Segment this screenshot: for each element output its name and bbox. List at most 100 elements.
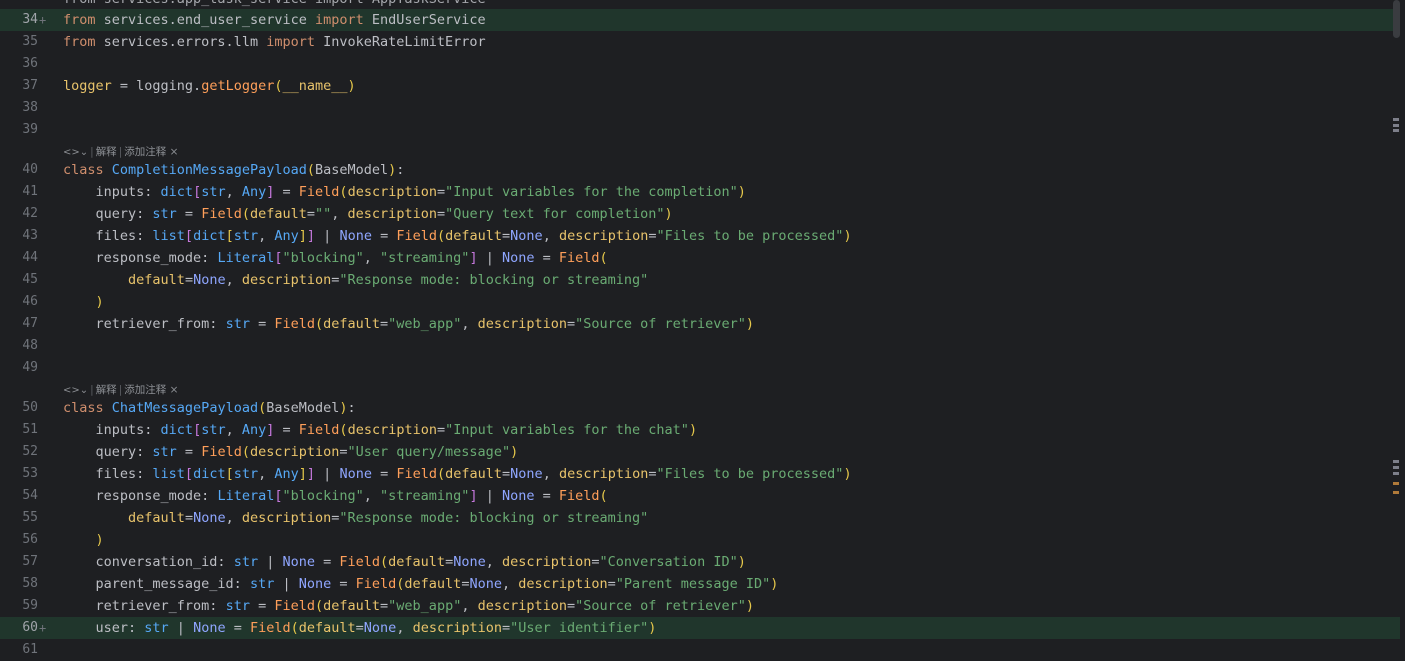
code-line[interactable]: 39	[0, 119, 1400, 141]
code-token: ,	[363, 488, 381, 504]
line-number[interactable]: 60	[0, 617, 38, 639]
code-line[interactable]: 48	[0, 335, 1400, 357]
code-line[interactable]: 38	[0, 97, 1400, 119]
code-line[interactable]: 34 + from services.end_user_service import…	[0, 9, 1400, 31]
line-number[interactable]: 34	[0, 9, 38, 31]
line-number[interactable]: 44	[0, 247, 38, 269]
close-lens-icon[interactable]: ×	[170, 384, 179, 396]
code-line[interactable]: 37 logger = logging.getLogger(__name__)	[0, 75, 1400, 97]
line-number[interactable]: 58	[0, 573, 38, 595]
code-line[interactable]: 53 files: list[dict[str, Any]] | None = …	[0, 463, 1400, 485]
code-token: =	[607, 576, 616, 592]
code-lens-icon[interactable]: <>⌄	[63, 147, 88, 158]
code-text: query: str = Field(default="", descripti…	[63, 203, 673, 225]
code-token: description	[241, 272, 332, 288]
code-token: (	[339, 422, 348, 438]
code-token: None	[453, 554, 486, 570]
line-number[interactable]: 49	[0, 357, 38, 379]
code-line[interactable]: 52 query: str = Field(description="User …	[0, 441, 1400, 463]
line-number[interactable]: 46	[0, 291, 38, 313]
line-number[interactable]: 36	[0, 53, 38, 75]
code-line[interactable]: 43 files: list[dict[str, Any]] | None = …	[0, 225, 1400, 247]
line-number[interactable]: 54	[0, 485, 38, 507]
code-line[interactable]: 49	[0, 357, 1400, 379]
line-number[interactable]: 52	[0, 441, 38, 463]
code-line[interactable]: 41 inputs: dict[str, Any] = Field(descri…	[0, 181, 1400, 203]
line-number[interactable]: 57	[0, 551, 38, 573]
code-line[interactable]: 51 inputs: dict[str, Any] = Field(descri…	[0, 419, 1400, 441]
scroll-marker	[1393, 491, 1399, 494]
close-lens-icon[interactable]: ×	[170, 146, 179, 158]
code-line[interactable]: 50 class ChatMessagePayload(BaseModel):	[0, 397, 1400, 419]
line-number[interactable]: 45	[0, 269, 38, 291]
line-number[interactable]: 61	[0, 639, 38, 661]
line-number[interactable]: 55	[0, 507, 38, 529]
code-token: ]	[469, 250, 478, 266]
code-token: str	[225, 598, 250, 614]
code-line[interactable]: 45 default=None, description="Response m…	[0, 269, 1400, 291]
line-number[interactable]: 51	[0, 419, 38, 441]
code-lens-icon[interactable]: <>⌄	[63, 385, 88, 396]
code-token: dict	[160, 422, 194, 438]
code-token: str	[233, 228, 259, 244]
code-token: services.end_user_service	[95, 12, 315, 28]
code-line[interactable]: 59 retriever_from: str = Field(default="…	[0, 595, 1400, 617]
code-token: "User query/message"	[347, 444, 511, 460]
code-token: =	[339, 444, 348, 460]
line-number[interactable]: 47	[0, 313, 38, 335]
line-number[interactable]: 50	[0, 397, 38, 419]
code-line[interactable]: 42 query: str = Field(default="", descri…	[0, 203, 1400, 225]
add-comment-link[interactable]: 添加注释	[124, 146, 166, 158]
code-line[interactable]: 35 from services.errors.llm import Invoke…	[0, 31, 1400, 53]
code-line[interactable]: 61	[0, 639, 1400, 661]
code-token: "Source of retriever"	[575, 316, 746, 332]
line-number[interactable]: 35	[0, 31, 38, 53]
lens-separator: |	[90, 384, 94, 396]
code-token: default	[128, 510, 185, 526]
code-text: user: str | None = Field(default=None, d…	[63, 617, 657, 639]
code-token: default	[445, 466, 503, 482]
code-line[interactable]: 60 + user: str | None = Field(default=Non…	[0, 617, 1400, 639]
code-line[interactable]: 55 default=None, description="Response m…	[0, 507, 1400, 529]
code-line[interactable]: 36	[0, 53, 1400, 75]
line-number[interactable]: 43	[0, 225, 38, 247]
explain-link[interactable]: 解释	[96, 384, 117, 396]
code-token: default	[128, 272, 185, 288]
line-number[interactable]: 59	[0, 595, 38, 617]
code-token: [	[184, 466, 194, 482]
scrollbar-thumb[interactable]	[1393, 0, 1400, 38]
code-text: retriever_from: str = Field(default="web…	[63, 595, 754, 617]
line-number[interactable]: 37	[0, 75, 38, 97]
line-number[interactable]: 39	[0, 119, 38, 141]
code-line[interactable]: 46 )	[0, 291, 1400, 313]
code-token: str	[152, 444, 177, 460]
explain-link[interactable]: 解释	[96, 146, 117, 158]
code-token: =	[436, 184, 446, 200]
line-number[interactable]: 41	[0, 181, 38, 203]
code-token: (	[436, 466, 446, 482]
code-line[interactable]: 57 conversation_id: str | None = Field(d…	[0, 551, 1400, 573]
scrollbar[interactable]	[1392, 0, 1405, 655]
line-number[interactable]: 56	[0, 529, 38, 551]
add-comment-link[interactable]: 添加注释	[124, 384, 166, 396]
line-number[interactable]: 42	[0, 203, 38, 225]
code-token: ,	[258, 228, 275, 244]
code-token: ""	[315, 206, 332, 222]
code-token: (	[290, 620, 299, 636]
code-line[interactable]: 40 class CompletionMessagePayload(BaseMod…	[0, 159, 1400, 181]
code-token: ChatMessagePayload	[111, 400, 259, 416]
code-line[interactable]: 54 response_mode: Literal["blocking", "s…	[0, 485, 1400, 507]
code-line[interactable]: 44 response_mode: Literal["blocking", "s…	[0, 247, 1400, 269]
code-token: =	[648, 228, 657, 244]
code-token: response_mode:	[63, 488, 218, 504]
line-number[interactable]: 53	[0, 463, 38, 485]
line-number[interactable]: 40	[0, 159, 38, 181]
code-line[interactable]: 58 parent_message_id: str | None = Field…	[0, 573, 1400, 595]
code-token: description	[558, 466, 649, 482]
line-number[interactable]: 38	[0, 97, 38, 119]
code-line[interactable]: 56 )	[0, 529, 1400, 551]
code-editor[interactable]: from services.app_task_service import Ap…	[0, 0, 1400, 657]
line-number[interactable]: 48	[0, 335, 38, 357]
code-line[interactable]: 47 retriever_from: str = Field(default="…	[0, 313, 1400, 335]
code-token: ,	[396, 620, 413, 636]
